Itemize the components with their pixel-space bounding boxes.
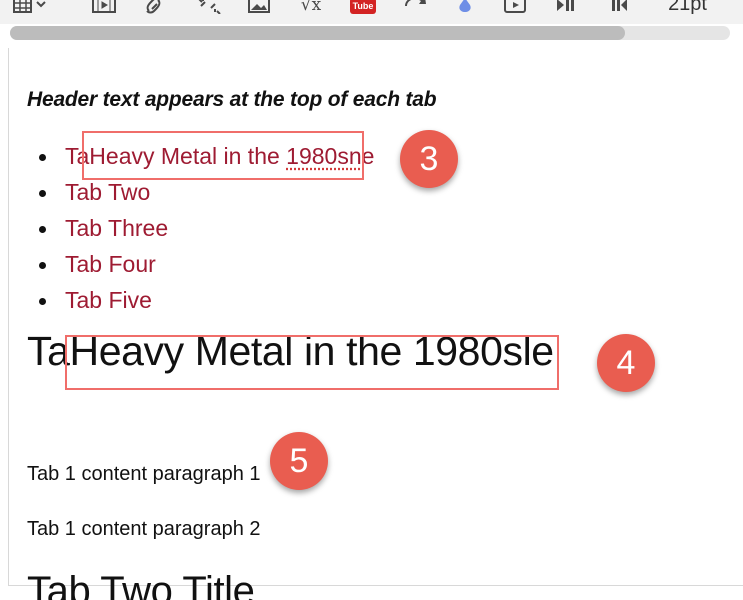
ltr-icon[interactable]	[606, 0, 632, 16]
tab-five-link[interactable]: Tab Five	[65, 287, 152, 313]
editor-content-area[interactable]: Header text appears at the top of each t…	[8, 48, 743, 600]
youtube-label: Tube	[350, 0, 376, 14]
tab-two-heading[interactable]: Tab Two Title	[27, 569, 255, 600]
youtube-icon[interactable]: Tube	[348, 0, 378, 16]
tab-list-item-four[interactable]: Tab Four	[27, 246, 374, 282]
tab-one-paragraph-one[interactable]: Tab 1 content paragraph 1	[27, 463, 261, 486]
tab-list-item-three[interactable]: Tab Three	[27, 210, 374, 246]
annotation-badge-five: 5	[270, 432, 328, 490]
play-pause-icon[interactable]	[552, 0, 578, 16]
annotation-highlight-four	[65, 335, 559, 390]
unlink-icon[interactable]	[194, 0, 224, 16]
tab-two-link[interactable]: Tab Two	[65, 179, 150, 205]
annotation-highlight-three	[82, 131, 364, 180]
tab-three-link[interactable]: Tab Three	[65, 215, 168, 241]
font-size-selector[interactable]: 21pt	[668, 0, 707, 16]
tab-one-paragraph-two[interactable]: Tab 1 content paragraph 2	[27, 518, 261, 541]
video-icon[interactable]	[500, 0, 530, 16]
image-icon[interactable]	[244, 0, 274, 16]
editor-toolbar: √x Tube 21pt	[0, 0, 743, 24]
table-icon[interactable]	[8, 0, 50, 16]
media-icon[interactable]	[88, 0, 120, 16]
embed-icon[interactable]	[400, 0, 430, 16]
scrollbar-thumb[interactable]	[10, 26, 625, 40]
annotation-badge-three: 3	[400, 130, 458, 188]
drop-icon[interactable]	[452, 0, 478, 16]
annotation-badge-four: 4	[597, 334, 655, 392]
screenshot-frame: √x Tube 21pt Header text appears at the …	[0, 0, 743, 600]
link-icon[interactable]	[142, 0, 168, 16]
tab-list-item-five[interactable]: Tab Five	[27, 282, 374, 318]
equation-icon[interactable]: √x	[294, 0, 328, 16]
horizontal-scrollbar[interactable]	[10, 26, 730, 40]
tab-four-link[interactable]: Tab Four	[65, 251, 156, 277]
heading-prefix: Ta	[27, 328, 70, 374]
header-text: Header text appears at the top of each t…	[27, 88, 437, 111]
